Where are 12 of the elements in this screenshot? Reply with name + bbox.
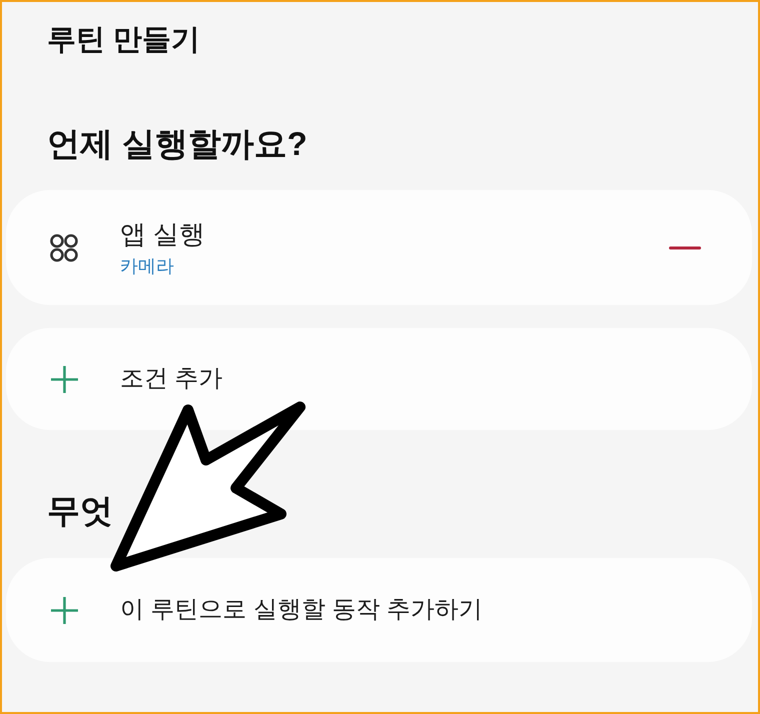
plus-icon [50, 364, 79, 394]
app-grid-icon [50, 234, 78, 262]
section-heading: 무엇 [47, 491, 113, 531]
condition-title: 앱 실행 [120, 218, 206, 250]
add-button[interactable]: 이 루틴으로 실행할 동작 추가하기 [6, 558, 752, 662]
plus-icon [50, 596, 79, 624]
minus-icon[interactable] [669, 246, 701, 250]
condition-card[interactable]: 앱 실행 카메라 [6, 190, 752, 305]
screen-title: 루틴 만들기 [47, 23, 200, 58]
condition-value: 카메라 [120, 254, 174, 278]
add-button[interactable]: 조건 추가 [6, 328, 752, 430]
section-heading: 언제 실행할까요? [47, 124, 308, 164]
